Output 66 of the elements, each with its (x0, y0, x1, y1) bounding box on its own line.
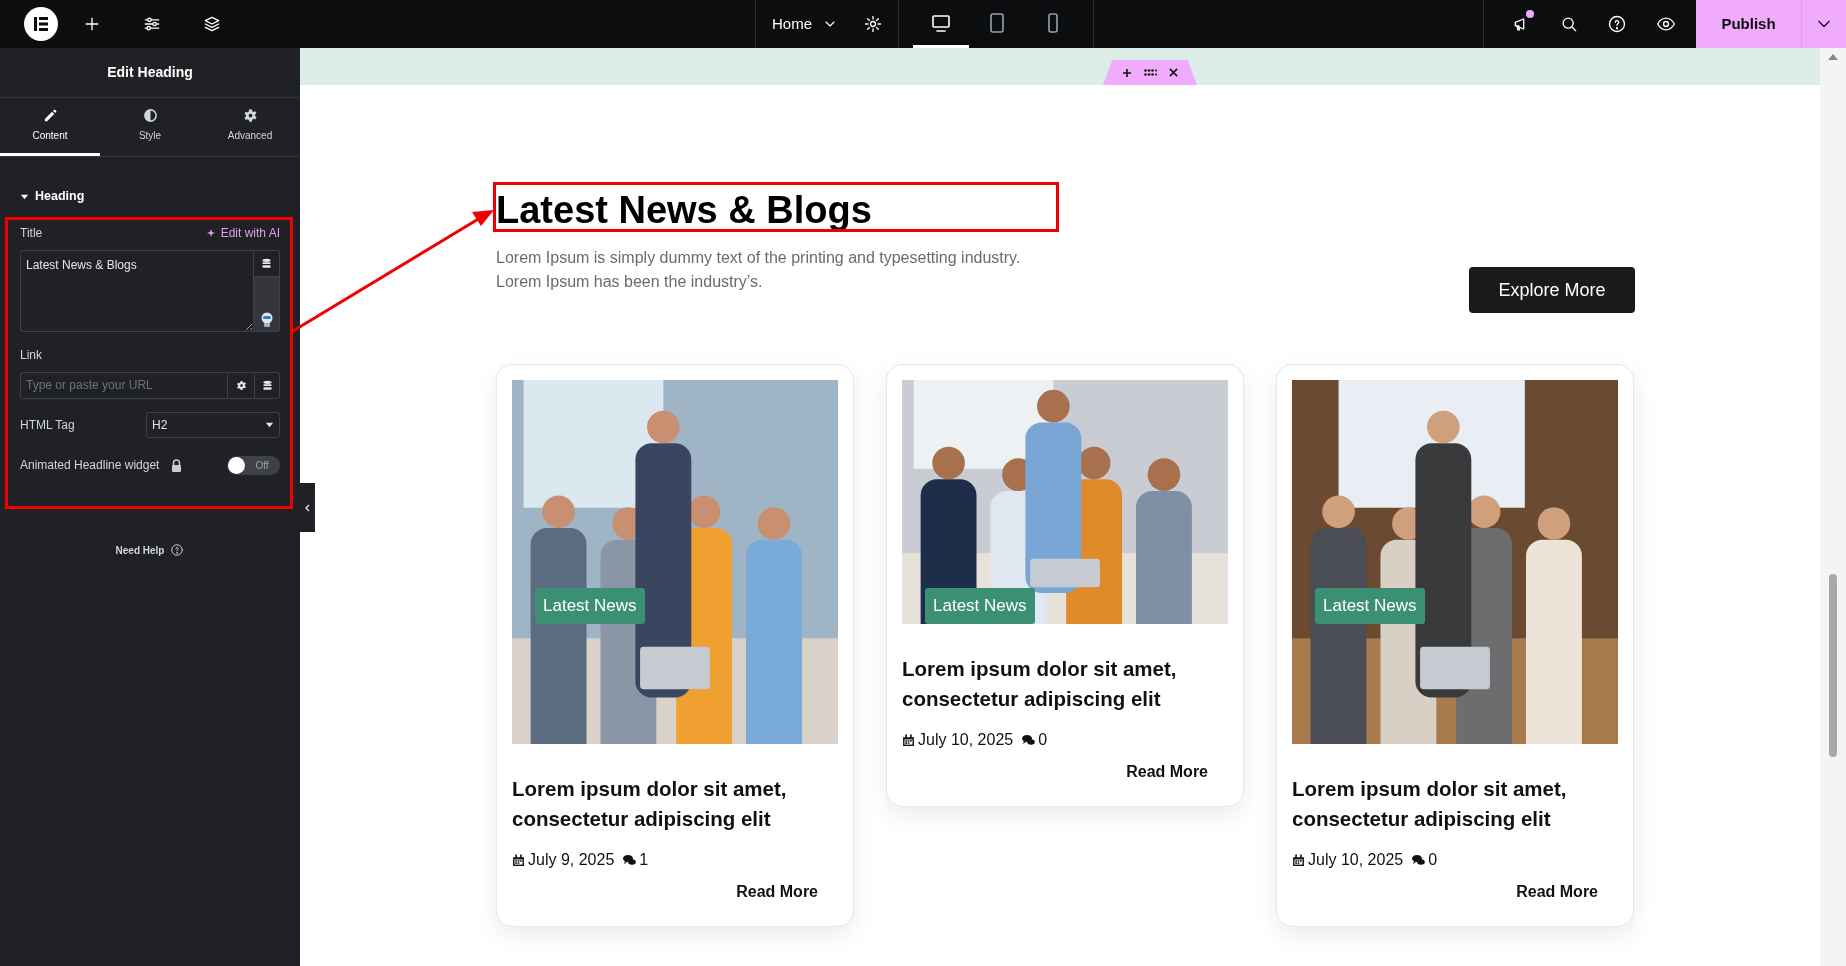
section-description: Lorem Ipsum is simply dummy text of the printing and typesetting industry. Lorem Ipsum has been the industry’s. (496, 248, 1022, 292)
toggle-knob (228, 456, 245, 474)
help-icon (170, 543, 185, 558)
panel-tab[interactable]: Style (100, 98, 200, 156)
url-field[interactable]: Type or paste your URL (20, 371, 228, 399)
post-date: July 10, 2025 (1308, 850, 1404, 870)
gear-icon (242, 108, 258, 123)
elementor-logo[interactable] (24, 7, 58, 41)
database-icon (261, 257, 272, 269)
comments-icon (1022, 734, 1036, 746)
title-textarea[interactable]: Latest News & Blogs (20, 249, 254, 332)
collapse-panel-button[interactable] (300, 483, 315, 532)
comments-icon (623, 854, 637, 866)
pencil-icon (42, 108, 58, 123)
category-tag[interactable]: Latest News (1315, 588, 1425, 624)
calendar-icon (512, 853, 525, 867)
field-label: Title (20, 224, 43, 242)
lock-icon (171, 458, 183, 472)
explore-more-button[interactable]: Explore More (1469, 267, 1635, 313)
scroll-thumb[interactable] (1829, 574, 1837, 757)
logo-icon (33, 16, 49, 32)
post-title[interactable]: Lorem ipsum dolor sit amet, consectetur adipiscing elit (902, 654, 1228, 714)
toggle-switch[interactable]: Off (227, 455, 280, 475)
caret-icon (265, 420, 274, 430)
scrollbar[interactable] (1820, 48, 1846, 966)
close-icon[interactable] (1169, 68, 1178, 77)
page-dropdown[interactable]: Home (756, 0, 848, 48)
panel-tab[interactable]: Content (0, 98, 100, 156)
publish-button[interactable]: Publish (1696, 0, 1801, 48)
section-heading[interactable]: Latest News & Blogs (496, 188, 1066, 232)
field-label: HTML Tag (20, 416, 75, 434)
field-label: Link (20, 346, 43, 364)
calendar-icon (902, 733, 915, 747)
comment-count: 0 (1038, 730, 1048, 750)
read-more-link[interactable]: Read More (1516, 880, 1598, 904)
read-more-link[interactable]: Read More (736, 880, 818, 904)
panel-tab[interactable]: Advanced (200, 98, 300, 156)
read-more-link[interactable]: Read More (1126, 760, 1208, 784)
scroll-up-icon[interactable] (1828, 54, 1838, 60)
help-icon (1607, 14, 1627, 34)
field-label: Animated Headline widget (20, 457, 160, 475)
add-icon[interactable] (1122, 67, 1132, 78)
category-tag[interactable]: Latest News (535, 588, 645, 624)
gear-icon (235, 379, 247, 391)
site-settings-icon (863, 14, 883, 34)
comments-icon (1412, 854, 1426, 866)
section-header[interactable]: Heading (20, 187, 85, 206)
comment-count: 1 (639, 850, 649, 870)
drag-handle-icon[interactable] (1144, 69, 1157, 76)
post-date: July 9, 2025 (528, 850, 615, 870)
dynamic-tags-button[interactable] (254, 371, 280, 399)
edit-with-ai-link[interactable]: Edit with AI (206, 223, 280, 242)
post-date: July 10, 2025 (918, 730, 1014, 750)
sparkle-icon (206, 227, 217, 238)
database-icon (261, 379, 273, 391)
chevron-left-icon (303, 503, 312, 512)
calendar-icon (1292, 853, 1305, 867)
category-tag[interactable]: Latest News (925, 588, 1035, 624)
link-options-button[interactable] (228, 371, 254, 399)
html-tag-select[interactable]: H2 (146, 411, 280, 438)
layers-icon (202, 14, 222, 34)
need-help-link[interactable]: Need Help (115, 542, 165, 558)
comment-count: 0 (1428, 850, 1438, 870)
post-title[interactable]: Lorem ipsum dolor sit amet, consectetur adipiscing elit (512, 774, 838, 834)
post-title[interactable]: Lorem ipsum dolor sit amet, consectetur adipiscing elit (1292, 774, 1618, 834)
contrast-icon (142, 108, 158, 123)
